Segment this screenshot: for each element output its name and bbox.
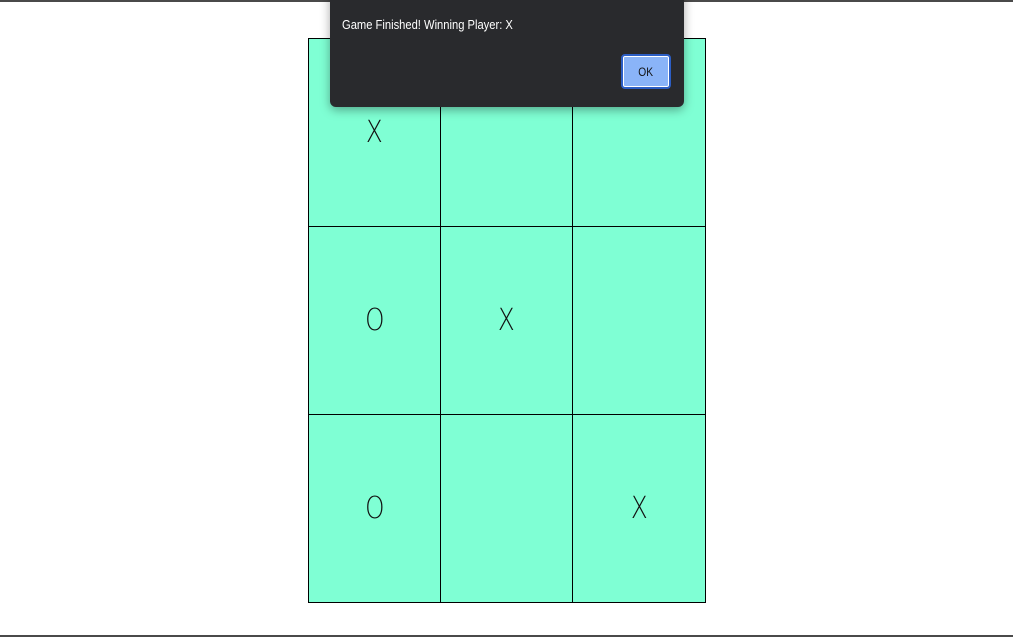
board-cell-r3-c3[interactable]: X bbox=[573, 415, 705, 602]
game-page: X O X O X Game Finished! Winning Player:… bbox=[0, 0, 1013, 637]
ok-button[interactable]: OK bbox=[621, 54, 671, 89]
tic-tac-toe-board: X O X O X bbox=[308, 38, 706, 603]
dialog-message: Game Finished! Winning Player: X bbox=[342, 17, 513, 32]
cell-mark: X bbox=[366, 115, 383, 150]
cell-mark: X bbox=[630, 491, 648, 526]
alert-dialog: Game Finished! Winning Player: X OK bbox=[330, 0, 684, 107]
board-cell-r2-c3[interactable] bbox=[573, 227, 705, 415]
board-cell-r2-c1[interactable]: O bbox=[309, 227, 441, 415]
cell-mark: O bbox=[364, 303, 385, 338]
board-cell-r3-c1[interactable]: O bbox=[309, 415, 441, 602]
ok-button-label: OK bbox=[638, 64, 654, 79]
cell-mark: X bbox=[498, 303, 515, 338]
cell-mark: O bbox=[364, 491, 385, 526]
board-cell-r2-c2[interactable]: X bbox=[441, 227, 573, 415]
board-cell-r3-c2[interactable] bbox=[441, 415, 573, 602]
